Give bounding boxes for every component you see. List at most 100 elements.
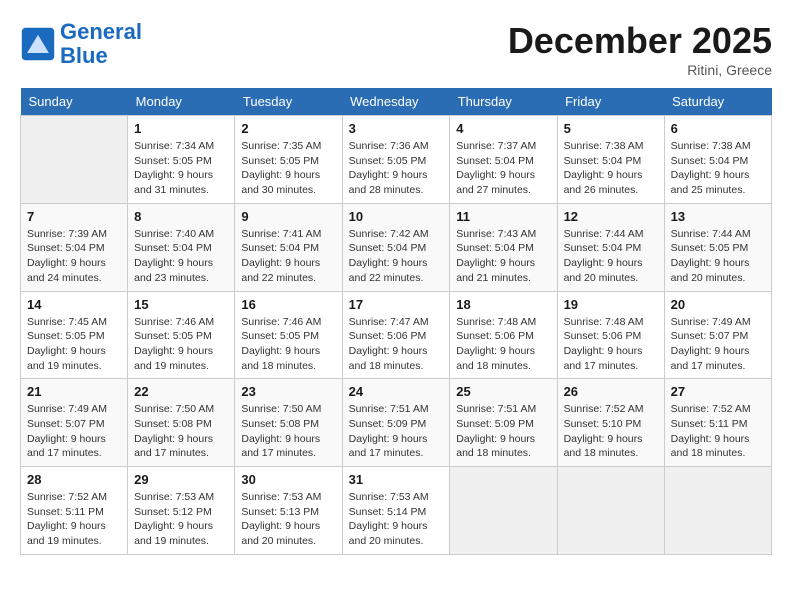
day-info: Sunrise: 7:42 AMSunset: 5:04 PMDaylight:…	[349, 227, 444, 286]
day-number: 20	[671, 297, 765, 312]
calendar-cell: 17 Sunrise: 7:47 AMSunset: 5:06 PMDayligh…	[342, 291, 450, 379]
day-info: Sunrise: 7:52 AMSunset: 5:11 PMDaylight:…	[671, 402, 765, 461]
calendar-cell	[450, 467, 557, 555]
day-number: 5	[564, 121, 658, 136]
day-number: 27	[671, 384, 765, 399]
calendar-cell: 29 Sunrise: 7:53 AMSunset: 5:12 PMDayligh…	[128, 467, 235, 555]
calendar-cell: 24 Sunrise: 7:51 AMSunset: 5:09 PMDayligh…	[342, 379, 450, 467]
logo-line2: Blue	[60, 43, 108, 68]
calendar-cell: 5 Sunrise: 7:38 AMSunset: 5:04 PMDaylight…	[557, 116, 664, 204]
calendar-cell: 14Sunrise: 7:45 AMSunset: 5:05 PMDayligh…	[21, 291, 128, 379]
weekday-header-thursday: Thursday	[450, 88, 557, 116]
day-number: 19	[564, 297, 658, 312]
day-info: Sunrise: 7:48 AMSunset: 5:06 PMDaylight:…	[564, 315, 658, 374]
logo-icon	[20, 26, 56, 62]
day-info: Sunrise: 7:41 AMSunset: 5:04 PMDaylight:…	[241, 227, 335, 286]
month-title: December 2025	[508, 20, 772, 62]
day-number: 17	[349, 297, 444, 312]
day-number: 29	[134, 472, 228, 487]
calendar-cell: 19 Sunrise: 7:48 AMSunset: 5:06 PMDayligh…	[557, 291, 664, 379]
day-info: Sunrise: 7:45 AMSunset: 5:05 PMDaylight:…	[27, 315, 121, 374]
calendar-cell: 7 Sunrise: 7:39 AMSunset: 5:04 PMDaylight…	[21, 203, 128, 291]
day-info: Sunrise: 7:49 AMSunset: 5:07 PMDaylight:…	[671, 315, 765, 374]
calendar-cell: 15 Sunrise: 7:46 AMSunset: 5:05 PMDayligh…	[128, 291, 235, 379]
day-info: Sunrise: 7:38 AMSunset: 5:04 PMDaylight:…	[671, 139, 765, 198]
day-number: 4	[456, 121, 550, 136]
day-number: 10	[349, 209, 444, 224]
calendar-cell: 22 Sunrise: 7:50 AMSunset: 5:08 PMDayligh…	[128, 379, 235, 467]
calendar-cell: 4 Sunrise: 7:37 AMSunset: 5:04 PMDaylight…	[450, 116, 557, 204]
day-info: Sunrise: 7:35 AMSunset: 5:05 PMDaylight:…	[241, 139, 335, 198]
day-info: Sunrise: 7:38 AMSunset: 5:04 PMDaylight:…	[564, 139, 658, 198]
day-info: Sunrise: 7:53 AMSunset: 5:13 PMDaylight:…	[241, 490, 335, 549]
day-info: Sunrise: 7:34 AMSunset: 5:05 PMDaylight:…	[134, 139, 228, 198]
calendar-cell	[557, 467, 664, 555]
day-number: 9	[241, 209, 335, 224]
day-number: 24	[349, 384, 444, 399]
day-number: 30	[241, 472, 335, 487]
day-info: Sunrise: 7:46 AMSunset: 5:05 PMDaylight:…	[134, 315, 228, 374]
day-number: 7	[27, 209, 121, 224]
day-info: Sunrise: 7:37 AMSunset: 5:04 PMDaylight:…	[456, 139, 550, 198]
day-number: 26	[564, 384, 658, 399]
day-info: Sunrise: 7:50 AMSunset: 5:08 PMDaylight:…	[134, 402, 228, 461]
week-row-4: 28Sunrise: 7:52 AMSunset: 5:11 PMDayligh…	[21, 467, 772, 555]
day-info: Sunrise: 7:39 AMSunset: 5:04 PMDaylight:…	[27, 227, 121, 286]
weekday-header-saturday: Saturday	[664, 88, 771, 116]
day-info: Sunrise: 7:36 AMSunset: 5:05 PMDaylight:…	[349, 139, 444, 198]
day-number: 15	[134, 297, 228, 312]
logo: General Blue	[20, 20, 142, 68]
day-number: 3	[349, 121, 444, 136]
day-number: 13	[671, 209, 765, 224]
day-number: 21	[27, 384, 121, 399]
calendar-cell: 2Sunrise: 7:35 AMSunset: 5:05 PMDaylight…	[235, 116, 342, 204]
calendar-cell: 9 Sunrise: 7:41 AMSunset: 5:04 PMDaylight…	[235, 203, 342, 291]
calendar-cell: 20 Sunrise: 7:49 AMSunset: 5:07 PMDayligh…	[664, 291, 771, 379]
calendar-cell: 3 Sunrise: 7:36 AMSunset: 5:05 PMDaylight…	[342, 116, 450, 204]
calendar-cell: 16 Sunrise: 7:46 AMSunset: 5:05 PMDayligh…	[235, 291, 342, 379]
weekday-header-friday: Friday	[557, 88, 664, 116]
calendar-cell: 18Sunrise: 7:48 AMSunset: 5:06 PMDayligh…	[450, 291, 557, 379]
day-info: Sunrise: 7:43 AMSunset: 5:04 PMDaylight:…	[456, 227, 550, 286]
calendar-cell: 8 Sunrise: 7:40 AMSunset: 5:04 PMDaylight…	[128, 203, 235, 291]
day-info: Sunrise: 7:40 AMSunset: 5:04 PMDaylight:…	[134, 227, 228, 286]
week-row-2: 14Sunrise: 7:45 AMSunset: 5:05 PMDayligh…	[21, 291, 772, 379]
week-row-3: 21 Sunrise: 7:49 AMSunset: 5:07 PMDayligh…	[21, 379, 772, 467]
day-number: 11	[456, 209, 550, 224]
weekday-header-tuesday: Tuesday	[235, 88, 342, 116]
calendar-cell: 27 Sunrise: 7:52 AMSunset: 5:11 PMDayligh…	[664, 379, 771, 467]
weekday-header-sunday: Sunday	[21, 88, 128, 116]
calendar-cell: 12 Sunrise: 7:44 AMSunset: 5:04 PMDayligh…	[557, 203, 664, 291]
day-number: 8	[134, 209, 228, 224]
logo-line1: General	[60, 19, 142, 44]
day-number: 12	[564, 209, 658, 224]
day-number: 22	[134, 384, 228, 399]
day-info: Sunrise: 7:48 AMSunset: 5:06 PMDaylight:…	[456, 315, 550, 374]
day-info: Sunrise: 7:51 AMSunset: 5:09 PMDaylight:…	[456, 402, 550, 461]
day-info: Sunrise: 7:53 AMSunset: 5:12 PMDaylight:…	[134, 490, 228, 549]
day-info: Sunrise: 7:46 AMSunset: 5:05 PMDaylight:…	[241, 315, 335, 374]
calendar-table: SundayMondayTuesdayWednesdayThursdayFrid…	[20, 88, 772, 555]
calendar-cell	[664, 467, 771, 555]
calendar-cell: 1 Sunrise: 7:34 AMSunset: 5:05 PMDaylight…	[128, 116, 235, 204]
day-number: 1	[134, 121, 228, 136]
calendar-cell: 25Sunrise: 7:51 AMSunset: 5:09 PMDayligh…	[450, 379, 557, 467]
calendar-cell: 26 Sunrise: 7:52 AMSunset: 5:10 PMDayligh…	[557, 379, 664, 467]
logo-text: General Blue	[60, 20, 142, 68]
day-number: 16	[241, 297, 335, 312]
day-info: Sunrise: 7:52 AMSunset: 5:11 PMDaylight:…	[27, 490, 121, 549]
day-info: Sunrise: 7:49 AMSunset: 5:07 PMDaylight:…	[27, 402, 121, 461]
day-info: Sunrise: 7:52 AMSunset: 5:10 PMDaylight:…	[564, 402, 658, 461]
day-info: Sunrise: 7:47 AMSunset: 5:06 PMDaylight:…	[349, 315, 444, 374]
calendar-cell: 23Sunrise: 7:50 AMSunset: 5:08 PMDayligh…	[235, 379, 342, 467]
day-info: Sunrise: 7:51 AMSunset: 5:09 PMDaylight:…	[349, 402, 444, 461]
day-info: Sunrise: 7:44 AMSunset: 5:04 PMDaylight:…	[564, 227, 658, 286]
week-row-1: 7 Sunrise: 7:39 AMSunset: 5:04 PMDaylight…	[21, 203, 772, 291]
day-info: Sunrise: 7:53 AMSunset: 5:14 PMDaylight:…	[349, 490, 444, 549]
weekday-header-row: SundayMondayTuesdayWednesdayThursdayFrid…	[21, 88, 772, 116]
calendar-cell: 6Sunrise: 7:38 AMSunset: 5:04 PMDaylight…	[664, 116, 771, 204]
weekday-header-wednesday: Wednesday	[342, 88, 450, 116]
weekday-header-monday: Monday	[128, 88, 235, 116]
location-subtitle: Ritini, Greece	[508, 62, 772, 78]
calendar-cell: 21 Sunrise: 7:49 AMSunset: 5:07 PMDayligh…	[21, 379, 128, 467]
